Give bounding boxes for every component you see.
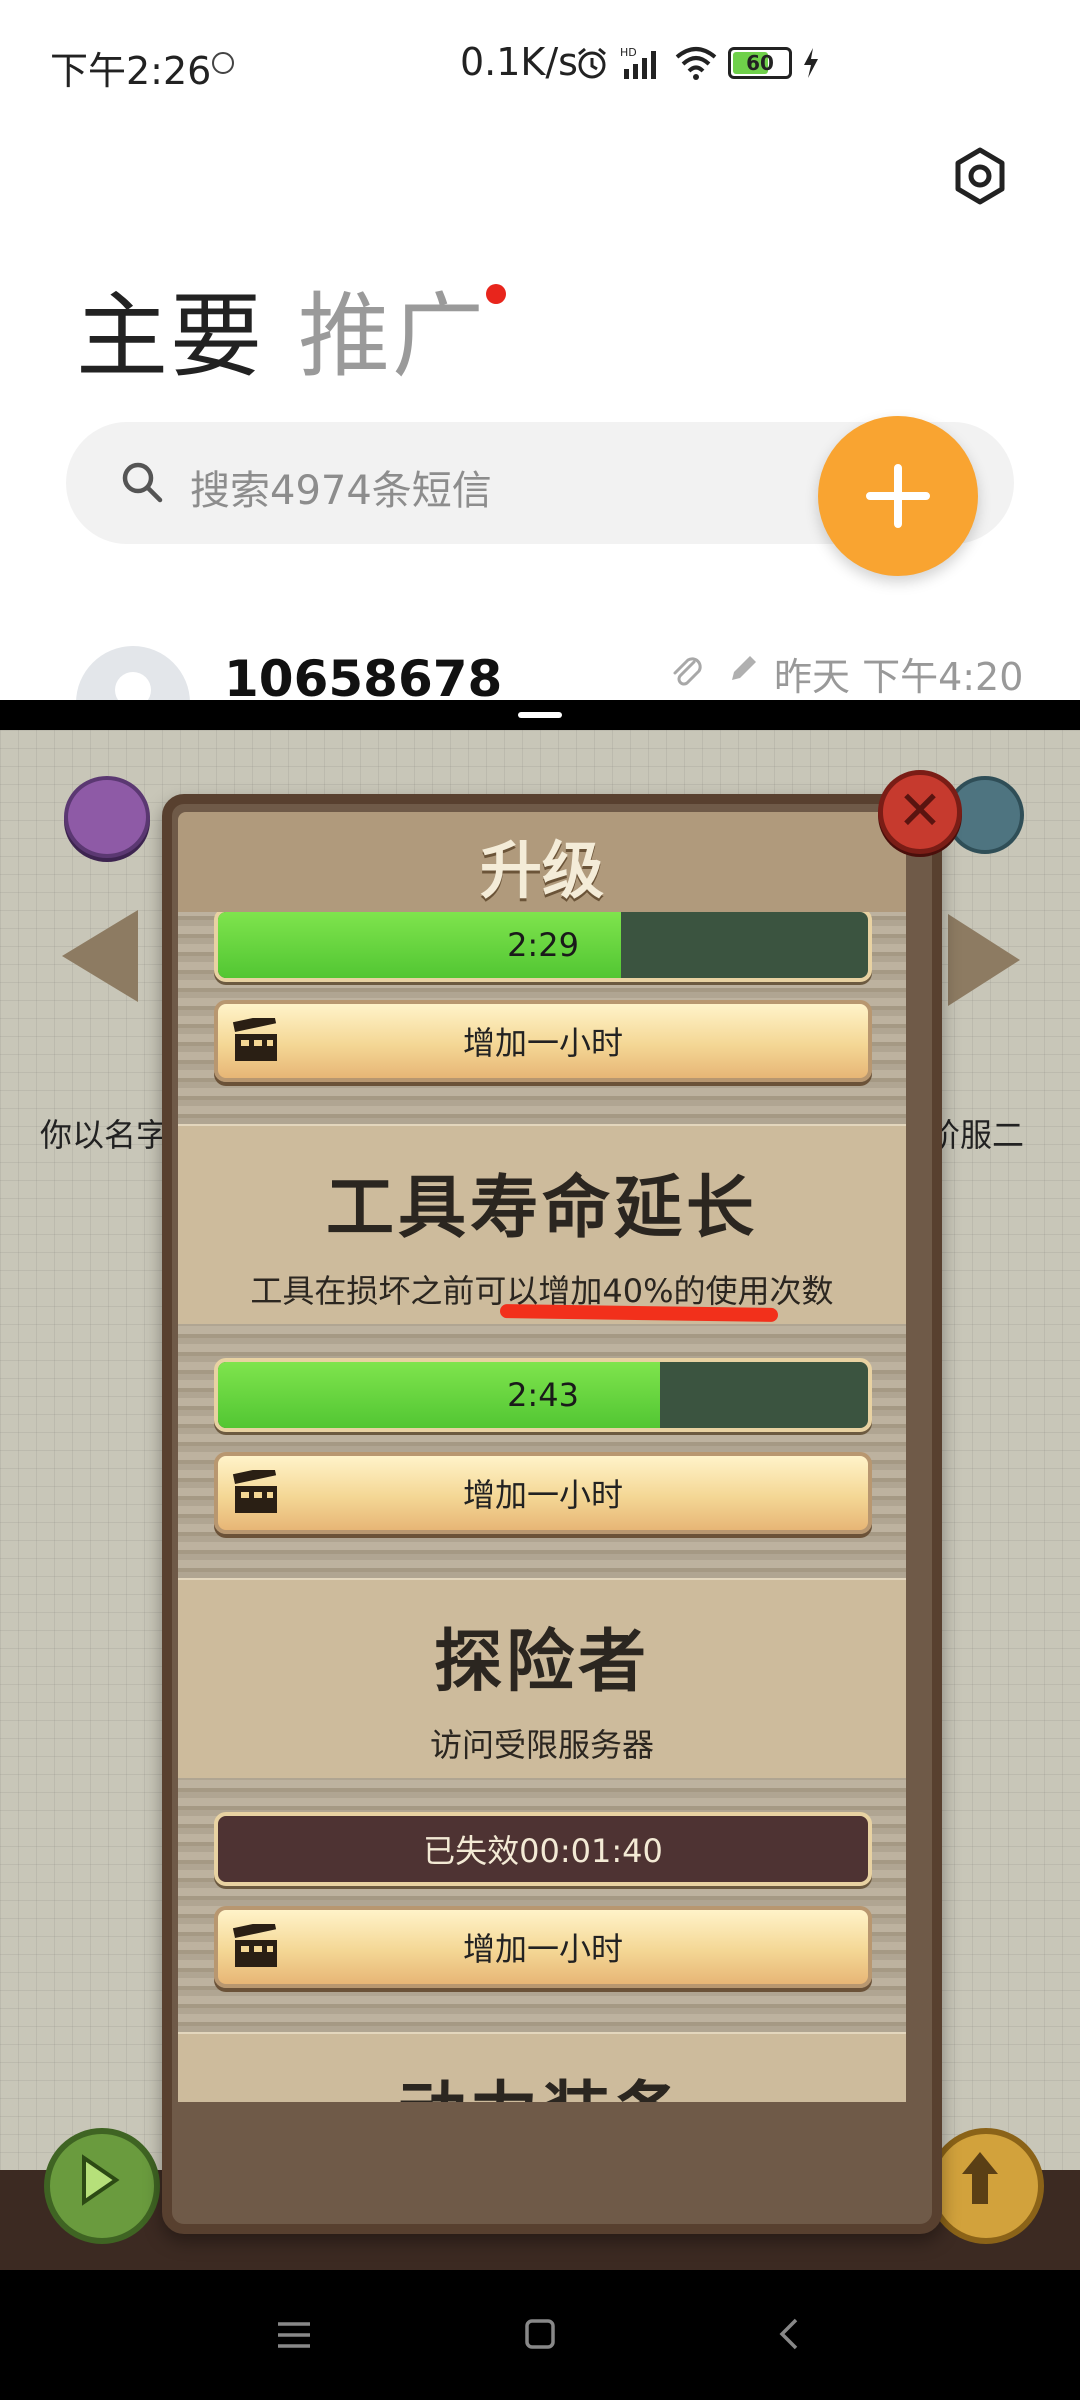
message-status-icons (668, 652, 760, 688)
wifi-icon (675, 47, 717, 80)
chat-bubble-button[interactable] (64, 776, 150, 858)
upgrade-button[interactable] (928, 2128, 1044, 2244)
dialog-title: 升级 (479, 834, 604, 907)
new-message-button[interactable] (818, 416, 978, 576)
notification-icon (212, 52, 234, 74)
upgrade-arrow-icon (962, 2152, 998, 2204)
right-caption: 阶服二 (928, 1116, 1025, 1154)
attachment-icon (673, 657, 702, 686)
timer-label: 2:43 (507, 1376, 579, 1414)
upgrade-title: 工具寿命延长 (325, 1169, 758, 1248)
home-icon[interactable] (524, 2318, 556, 2350)
next-arrow-button[interactable] (948, 914, 1020, 1006)
dialog-bottom (178, 2102, 906, 2202)
network-speed: 0.1K/s (460, 40, 578, 84)
add-hour-label: 增加一小时 (462, 1930, 623, 1968)
status-time: 下午2:26 (50, 49, 212, 93)
play-icon (82, 2154, 120, 2206)
divider-handle[interactable] (518, 712, 562, 718)
battery-icon: 60 (728, 47, 792, 79)
left-caption: 你以名字 (40, 1116, 169, 1154)
previous-arrow-button[interactable] (62, 910, 138, 1002)
add-hour-label: 增加一小时 (462, 1476, 623, 1514)
add-hour-button[interactable]: 增加一小时 (214, 1906, 872, 1988)
search-input[interactable]: 搜索4974条短信 (190, 458, 492, 516)
timer-bar: 2:43 (214, 1358, 872, 1432)
upgrade-title: 动力装备 (178, 2058, 906, 2102)
add-hour-label: 增加一小时 (462, 1024, 623, 1062)
search-icon (122, 462, 163, 503)
status-icons: HD 60 (574, 40, 820, 86)
tab-promotions[interactable]: 推广 (298, 262, 486, 395)
settings-gear-icon[interactable] (950, 146, 1010, 206)
add-hour-button[interactable]: 增加一小时 (214, 1000, 872, 1082)
upgrade-title: 探险者 (433, 1623, 650, 1702)
unread-dot (486, 284, 506, 304)
alarm-icon (578, 47, 606, 79)
timer-bar: 2:29 (214, 912, 872, 982)
message-time: 昨天 下午4:20 (774, 655, 1024, 699)
menu-icon[interactable] (276, 2320, 312, 2350)
timer-label: 已失效00:01:40 (423, 1832, 663, 1870)
draft-pencil-icon (732, 656, 756, 680)
battery-level: 60 (746, 51, 774, 75)
timer-bar-expired: 已失效00:01:40 (214, 1812, 872, 1886)
upgrade-description: 访问受限服务器 (429, 1726, 654, 1764)
back-icon[interactable] (776, 2316, 804, 2352)
upgrade-list[interactable]: 2:29 增加一小时 工具寿命延长 工具在损坏之前可以增加40%的使用次数 2:… (178, 912, 906, 2102)
navigation-bar (0, 2270, 1080, 2400)
add-hour-button[interactable]: 增加一小时 (214, 1452, 872, 1534)
plus-icon (866, 464, 930, 528)
play-button[interactable] (44, 2128, 160, 2244)
charging-icon (804, 48, 818, 78)
close-icon[interactable]: ✕ (878, 770, 962, 854)
cellular-signal-icon: HD (620, 46, 656, 79)
tab-main[interactable]: 主要 (76, 262, 264, 395)
timer-label: 2:29 (507, 926, 579, 964)
svg-text:HD: HD (620, 46, 637, 59)
